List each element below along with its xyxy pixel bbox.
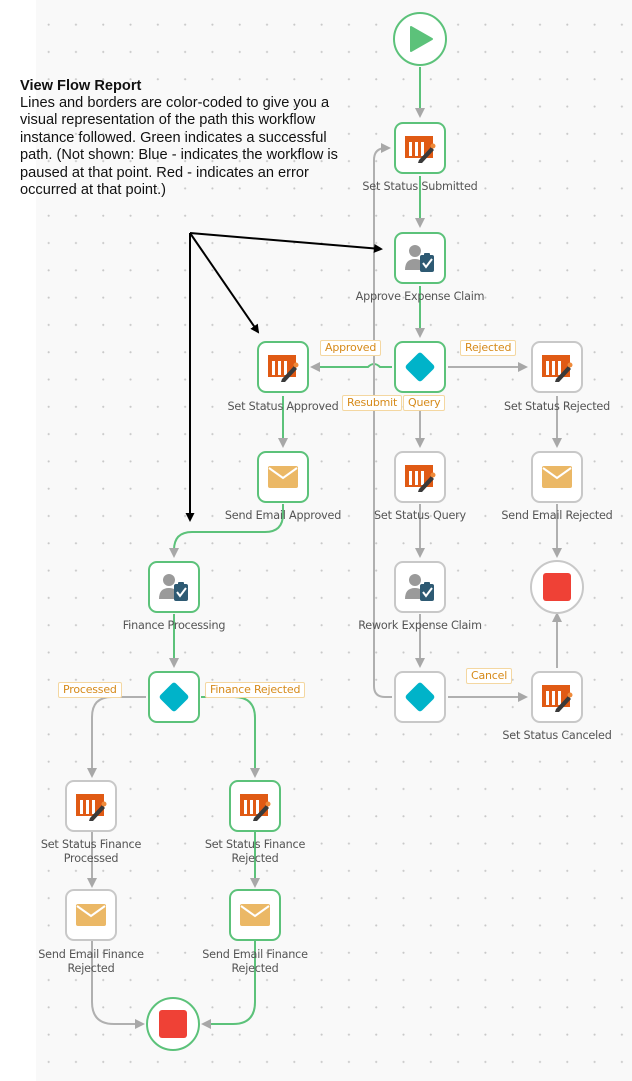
connector-decision-to-processed — [87, 696, 146, 778]
branch-label-resubmit: Resubmit — [342, 395, 403, 411]
send-email-finance-rejected-left-label: Send Email Finance Rejected — [38, 948, 144, 975]
set-status-icon — [240, 794, 271, 821]
send-email-approved-node[interactable] — [257, 451, 309, 503]
decision-rework-node[interactable] — [394, 671, 446, 723]
approve-expense-claim-label: Approve Expense Claim — [355, 290, 485, 303]
decision-icon — [404, 681, 436, 713]
decision-icon — [158, 681, 190, 713]
set-status-icon — [76, 794, 107, 821]
stop-icon — [543, 573, 571, 601]
email-icon — [542, 466, 572, 488]
set-status-finance-processed-label: Set Status Finance Processed — [40, 838, 142, 865]
user-task-icon — [405, 574, 434, 601]
send-email-rejected-node[interactable] — [531, 451, 583, 503]
set-status-query-node[interactable] — [394, 451, 446, 503]
start-node[interactable] — [393, 12, 447, 66]
send-email-rejected-label: Send Email Rejected — [501, 509, 613, 522]
connector-resubmit-loop — [373, 143, 392, 698]
set-status-rejected-label: Set Status Rejected — [504, 400, 610, 413]
send-email-finance-rejected-right-label: Send Email Finance Rejected — [202, 948, 308, 975]
set-status-rejected-node[interactable] — [531, 341, 583, 393]
branch-label-query: Query — [403, 395, 446, 411]
rework-expense-claim-node[interactable] — [394, 561, 446, 613]
email-icon — [240, 904, 270, 926]
finance-processing-label: Finance Processing — [122, 619, 226, 632]
stop-icon — [159, 1010, 187, 1038]
set-status-approved-label: Set Status Approved — [227, 400, 339, 413]
set-status-canceled-node[interactable] — [531, 671, 583, 723]
approve-expense-claim-node[interactable] — [394, 232, 446, 284]
decision-finance-node[interactable] — [148, 671, 200, 723]
stop-rejected-node[interactable] — [530, 560, 584, 614]
stop-finance-node[interactable] — [146, 997, 200, 1051]
finance-processing-node[interactable] — [148, 561, 200, 613]
set-status-finance-processed-node[interactable] — [65, 780, 117, 832]
rework-expense-claim-label: Rework Expense Claim — [358, 619, 482, 632]
set-status-canceled-label: Set Status Canceled — [502, 729, 612, 742]
set-status-approved-node[interactable] — [257, 341, 309, 393]
play-icon — [410, 26, 433, 52]
set-status-finance-rejected-node[interactable] — [229, 780, 281, 832]
user-task-icon — [405, 245, 434, 272]
decision-approve-node[interactable] — [394, 341, 446, 393]
set-status-icon — [405, 136, 436, 163]
send-email-finance-rejected-right-node[interactable] — [229, 889, 281, 941]
branch-label-finance-rejected: Finance Rejected — [205, 682, 306, 698]
connector-decision-to-approved — [310, 362, 392, 372]
branch-label-cancel: Cancel — [466, 668, 513, 684]
email-icon — [76, 904, 106, 926]
send-email-approved-label: Send Email Approved — [224, 509, 342, 522]
annotation-body: Lines and borders are color-coded to giv… — [20, 95, 338, 199]
set-status-submitted-label: Set Status Submitted — [362, 180, 478, 193]
branch-label-approved: Approved — [320, 340, 382, 356]
set-status-icon — [542, 355, 573, 382]
connector-decision-to-finance-rejected — [201, 696, 260, 778]
annotation-arrow-to-set-status-approved — [189, 232, 260, 334]
branch-label-rejected: Rejected — [460, 340, 517, 356]
set-status-icon — [405, 465, 436, 492]
set-status-submitted-node[interactable] — [394, 122, 446, 174]
set-status-query-label: Set Status Query — [374, 509, 466, 522]
branch-label-processed: Processed — [58, 682, 122, 698]
user-task-icon — [159, 574, 188, 601]
annotation-arrow-to-approve — [189, 232, 383, 253]
send-email-finance-rejected-left-node[interactable] — [65, 889, 117, 941]
set-status-icon — [268, 355, 299, 382]
annotation-callout: View Flow Report Lines and borders are c… — [20, 78, 340, 199]
annotation-title: View Flow Report — [20, 78, 142, 94]
set-status-icon — [542, 685, 573, 712]
email-icon — [268, 466, 298, 488]
set-status-finance-rejected-label: Set Status Finance Rejected — [204, 838, 306, 865]
decision-icon — [404, 351, 436, 383]
